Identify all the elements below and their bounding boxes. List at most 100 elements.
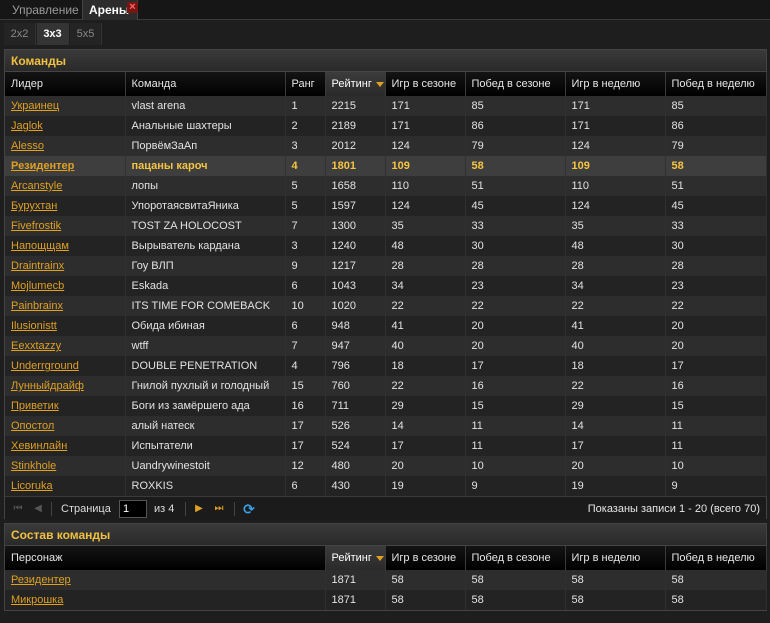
player-link[interactable]: Микрошка [11, 594, 63, 606]
table-row[interactable]: Arcanstyle лопы 5 1658 110 51 110 51 [5, 176, 767, 196]
table-row[interactable]: Напощщам Вырыватель кардана 3 1240 48 30 48 30 [5, 236, 767, 256]
player-link[interactable]: Хевинлайн [11, 440, 67, 452]
column-header[interactable]: Игр в сезоне [385, 546, 466, 570]
tab-2x2[interactable]: 2x2 [4, 23, 36, 45]
tab-arenas[interactable]: Арены × [82, 0, 138, 20]
table-cell: 4 [285, 156, 326, 176]
column-header[interactable]: Лидер [5, 72, 126, 96]
player-link[interactable]: Бурухтан [11, 200, 57, 212]
player-link[interactable]: Приветик [11, 400, 59, 412]
teams-header-row: Лидер Команда Ранг Рейтинг Игр в сезоне Побед… [5, 72, 767, 96]
table-row[interactable]: Лунныйдрайф Гнилой пухлый и голодный 15 760… [5, 376, 767, 396]
column-header[interactable]: Побед в сезоне [465, 72, 566, 96]
table-cell: 20 [465, 336, 566, 356]
column-header[interactable]: Команда [125, 72, 286, 96]
player-link[interactable]: Лунныйдрайф [11, 380, 84, 392]
table-row[interactable]: Хевинлайн Испытатели 17 524 17 11 17 11 [5, 436, 767, 456]
table-cell: 124 [385, 196, 466, 216]
first-page-icon[interactable]: ⏮ [11, 497, 25, 521]
next-page-icon[interactable]: ▶ [192, 497, 206, 521]
player-link[interactable]: Напощщам [11, 240, 69, 252]
table-row[interactable]: Underrground DOUBLE PENETRATION 4 796 18 17 18… [5, 356, 767, 376]
table-row[interactable]: Jaglok Анальные шахтеры 2 2189 171 86 171 86 [5, 116, 767, 136]
table-cell: Бурухтан [5, 196, 126, 216]
column-header[interactable]: Игр в неделю [565, 72, 666, 96]
tab-management[interactable]: Управление [6, 0, 85, 20]
player-link[interactable]: Опостол [11, 420, 54, 432]
table-cell: УпоротаясвитаЯника [125, 196, 286, 216]
last-page-icon[interactable]: ⏭ [212, 497, 226, 521]
table-cell: 58 [465, 570, 566, 590]
table-cell: 22 [465, 296, 566, 316]
player-link[interactable]: Украинец [11, 100, 59, 112]
table-row[interactable]: Резидентер пацаны кароч 4 1801 109 58 109 58 [5, 156, 767, 176]
table-cell: 5 [285, 176, 326, 196]
table-row[interactable]: Бурухтан УпоротаясвитаЯника 5 1597 124 45 124 4… [5, 196, 767, 216]
table-row[interactable]: Licoruka ROXKIS 6 430 19 9 19 9 [5, 476, 767, 496]
table-cell: Вырыватель кардана [125, 236, 286, 256]
table-cell: Резидентер [5, 570, 326, 590]
table-row[interactable]: Alesso ПорвёмЗаАп 3 2012 124 79 124 79 [5, 136, 767, 156]
table-row[interactable]: Украинец vlast arena 1 2215 171 85 171 85 [5, 96, 767, 116]
player-link[interactable]: Stinkhole [11, 460, 56, 472]
prev-page-icon[interactable]: ◀ [31, 497, 45, 521]
table-cell: 10 [665, 456, 767, 476]
column-header[interactable]: Рейтинг [325, 546, 386, 570]
column-header[interactable]: Игр в неделю [565, 546, 666, 570]
player-link[interactable]: Eexxtazzy [11, 340, 61, 352]
table-cell: 33 [465, 216, 566, 236]
column-header[interactable]: Побед в неделю [665, 72, 767, 96]
table-row[interactable]: Fivefrostik TOST ZA HOLOCOST 7 1300 35 33 35 33 [5, 216, 767, 236]
table-row[interactable]: Draintrainx Гоу ВЛП 9 1217 28 28 28 28 [5, 256, 767, 276]
tab-5x5[interactable]: 5x5 [70, 23, 102, 45]
player-link[interactable]: Mojlumecb [11, 280, 64, 292]
pager-separator [234, 502, 235, 516]
table-cell: 29 [565, 396, 666, 416]
column-header[interactable]: Персонаж [5, 546, 326, 570]
table-cell: 19 [565, 476, 666, 496]
table-cell: 17 [385, 436, 466, 456]
table-cell: 86 [665, 116, 767, 136]
player-link[interactable]: Painbrainx [11, 300, 63, 312]
column-header[interactable]: Побед в неделю [665, 546, 767, 570]
table-row[interactable]: Микрошка 1871 58 58 58 58 [5, 590, 767, 610]
table-row[interactable]: Приветик Боги из замёршего ада 16 711 29 15 29… [5, 396, 767, 416]
table-cell: 33 [665, 216, 767, 236]
player-link[interactable]: Draintrainx [11, 260, 64, 272]
table-row[interactable]: Опостол алый натеск 17 526 14 11 14 11 [5, 416, 767, 436]
close-icon[interactable]: × [127, 2, 138, 13]
column-header-label: Лидер [11, 78, 44, 90]
table-cell: 110 [385, 176, 466, 196]
table-row[interactable]: Резидентер 1871 58 58 58 58 [5, 570, 767, 590]
table-cell: 58 [465, 590, 566, 610]
table-cell: 17 [285, 436, 326, 456]
player-link[interactable]: Arcanstyle [11, 180, 62, 192]
player-link[interactable]: Alesso [11, 140, 44, 152]
table-cell: 124 [565, 196, 666, 216]
column-header[interactable]: Побед в сезоне [465, 546, 566, 570]
player-link[interactable]: Резидентер [11, 574, 71, 586]
table-row[interactable]: Mojlumecb Eskada 6 1043 34 23 34 23 [5, 276, 767, 296]
table-cell: 9 [285, 256, 326, 276]
column-header[interactable]: Ранг [285, 72, 326, 96]
sort-desc-icon [375, 81, 384, 87]
column-header[interactable]: Игр в сезоне [385, 72, 466, 96]
player-link[interactable]: Underrground [11, 360, 79, 372]
table-cell: 1658 [325, 176, 386, 196]
table-cell: 10 [465, 456, 566, 476]
table-row[interactable]: Eexxtazzy wtff 7 947 40 20 40 20 [5, 336, 767, 356]
player-link[interactable]: Licoruka [11, 480, 53, 492]
table-row[interactable]: Ilusionistt Обида ибиная 6 948 41 20 41 20 [5, 316, 767, 336]
player-link[interactable]: Ilusionistt [11, 320, 57, 332]
refresh-icon[interactable]: ⟳ [242, 497, 256, 521]
player-link[interactable]: Jaglok [11, 120, 43, 132]
table-cell: 58 [565, 570, 666, 590]
tab-3x3[interactable]: 3x3 [37, 23, 69, 45]
page-number-input[interactable] [119, 500, 147, 518]
player-link[interactable]: Резидентер [11, 160, 74, 172]
table-row[interactable]: Stinkhole Uandrywinestoit 12 480 20 10 20 10 [5, 456, 767, 476]
column-header[interactable]: Рейтинг [325, 72, 386, 96]
table-row[interactable]: Painbrainx ITS TIME FOR COMEBACK 10 1020 22 2… [5, 296, 767, 316]
column-header-label: Команда [131, 78, 177, 90]
player-link[interactable]: Fivefrostik [11, 220, 61, 232]
